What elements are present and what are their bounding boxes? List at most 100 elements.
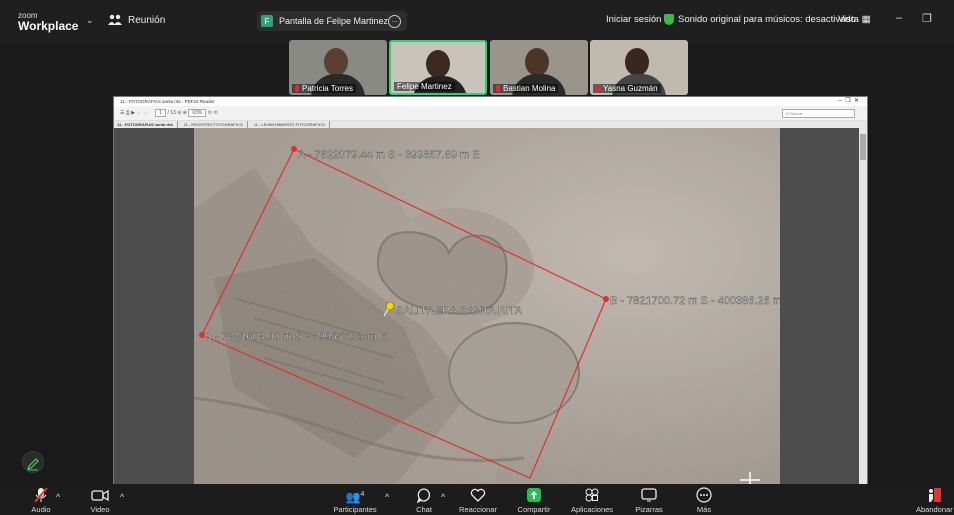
pencil-icon [27, 458, 39, 471]
participant-video [324, 48, 348, 76]
sign-in-link[interactable]: Iniciar sesión [606, 14, 661, 25]
screen-share-pill[interactable]: F Pantalla de Felipe Martinez … [257, 11, 407, 31]
audio-label: Audio [31, 505, 51, 514]
restore-button[interactable]: ❐ [922, 12, 932, 25]
top-bar: zoom Workplace ⌄ Reunión F Pantalla de F… [0, 0, 954, 44]
leave-label: Abandonar [916, 505, 953, 514]
participants-label: Participantes [333, 505, 377, 514]
chat-options-chevron-icon[interactable]: ^ [441, 492, 445, 502]
share-pill-text: Pantalla de Felipe Martinez [279, 16, 389, 26]
apps-icon [585, 488, 599, 502]
participant-video [525, 48, 549, 76]
annotate-button[interactable] [22, 451, 44, 473]
participant-video [625, 48, 649, 76]
page-count: / 13 [167, 110, 176, 116]
vertex-marker-a [291, 146, 297, 152]
whiteboards-button[interactable]: Pizarras [630, 487, 668, 514]
chat-label: Chat [416, 505, 432, 514]
pdf-toolbar: ☰ ⎙ ▶ ← → 1 / 13 ⊖ ⊕ 63% ⟳ ⟲ Q Buscar [114, 106, 867, 121]
toolbar-icons[interactable]: ☰ ⎙ ▶ ← → [120, 110, 148, 116]
participant-tile-active-speaker[interactable]: Felipe Martinez [389, 40, 487, 95]
zoom-logo: zoom Workplace [18, 12, 79, 33]
share-screen-button[interactable]: Compartir [512, 487, 556, 514]
participant-name-tag: Bastian Molina [493, 84, 559, 93]
vertex-marker-b [603, 296, 609, 302]
people-icon [108, 14, 122, 25]
view-menu[interactable]: Vista ▦ [838, 14, 871, 25]
participant-tile[interactable]: Patricia Torres [289, 40, 387, 95]
pdf-title-bar: 11.- FOTOGRAFIAS santa rita - PDF24 Read… [114, 97, 867, 106]
participant-tile[interactable]: Yasna Guzmán [590, 40, 688, 95]
participants-count: 4 [360, 491, 365, 498]
audio-button[interactable]: Audio [28, 487, 54, 514]
pdf-window-title: 11.- FOTOGRAFIAS santa rita - PDF24 Read… [120, 99, 215, 104]
video-options-chevron-icon[interactable]: ^ [120, 492, 124, 502]
muted-mic-icon [596, 85, 600, 92]
apps-label: Aplicaciones [570, 505, 614, 514]
view-label: Vista [838, 14, 859, 25]
participant-name: Felipe Martinez [397, 82, 452, 91]
chat-button[interactable]: Chat [412, 487, 436, 514]
shield-check-icon [664, 14, 674, 25]
pdf-page-area: A - 7822079.44 m S - 399857.89 m E B - 7… [114, 128, 867, 487]
participant-name: Yasna Guzmán [603, 84, 658, 93]
pdf-scrollbar[interactable] [859, 128, 867, 487]
react-button[interactable]: Reaccionar [456, 487, 500, 514]
more-dots-icon [696, 487, 712, 503]
scrollbar-thumb[interactable] [860, 134, 866, 160]
participant-video [426, 50, 450, 78]
participants-options-chevron-icon[interactable]: ^ [385, 492, 389, 502]
participant-tile[interactable]: Bastian Molina [490, 40, 588, 95]
original-sound-label: Sonido original para músicos: desactivad… [678, 14, 856, 26]
react-label: Reaccionar [459, 505, 497, 514]
leave-button[interactable]: Abandonar [916, 487, 953, 514]
coordinate-label-a: A - 7822079.44 m S - 399857.89 m E [298, 149, 480, 161]
microphone-muted-icon [34, 487, 48, 503]
apps-button[interactable]: Aplicaciones [566, 487, 618, 514]
participants-button[interactable]: 👥4 Participantes [330, 487, 380, 514]
pdf-tab[interactable]: 11.- FOTOGRAFIAS santa rita [117, 121, 178, 128]
meeting-menu[interactable]: Reunión [108, 14, 165, 26]
muted-mic-icon [295, 85, 299, 92]
participant-name-tag: Yasna Guzmán [593, 84, 661, 93]
participant-name-tag: Felipe Martinez [394, 82, 455, 91]
page-number-input[interactable]: 1 [155, 109, 167, 117]
share-screen-icon [527, 488, 541, 502]
site-label: SALITRERA SANTA RITA [396, 305, 523, 317]
participants-icon: 👥4 [345, 490, 365, 504]
pdf-tab[interactable]: 11.- REGISTRO FOTOGRAFICO [184, 121, 248, 128]
original-sound-toggle[interactable]: Sonido original para músicos: desactivad… [664, 14, 856, 25]
satellite-map-image: A - 7822079.44 m S - 399857.89 m E B - 7… [194, 128, 780, 487]
zoom-in-icon[interactable]: ⊕ [183, 110, 187, 116]
participant-name: Patricia Torres [302, 84, 353, 93]
meeting-controls-bar: Audio ^ Video ^ 👥4 Participantes ^ Chat … [0, 484, 954, 515]
muted-mic-icon [496, 85, 500, 92]
pdf-tabs: 11.- FOTOGRAFIAS santa rita 11.- REGISTR… [114, 121, 867, 128]
heart-icon [470, 488, 486, 502]
video-camera-icon [91, 489, 109, 502]
coordinate-label-b: B - 7821700.72 m S - 400386.26 m [610, 295, 780, 307]
video-label: Video [90, 505, 110, 514]
leave-door-icon [929, 488, 941, 502]
whiteboard-icon [641, 488, 657, 502]
more-button[interactable]: Más [690, 487, 718, 514]
video-button[interactable]: Video [88, 487, 112, 514]
chevron-down-icon[interactable]: ⌄ [86, 15, 94, 26]
minimize-button[interactable]: – [896, 12, 902, 24]
more-label: Más [696, 505, 712, 514]
zoom-level[interactable]: 63% [188, 109, 207, 117]
meeting-label: Reunión [128, 14, 166, 26]
share-label: Compartir [517, 505, 551, 514]
coordinate-label-d: D - 7821608.90 m S - 399557.34 m E [204, 331, 387, 343]
logo-bottom-text: Workplace [18, 19, 79, 33]
audio-options-chevron-icon[interactable]: ^ [56, 492, 60, 502]
whiteboards-label: Pizarras [635, 505, 663, 514]
pdf-tab[interactable]: 11.- LEVANTAMIENTO FOTOGRAFICO [254, 121, 330, 128]
window-controls[interactable]: – ❐ ✕ [839, 97, 859, 106]
presenter-badge: F [261, 15, 273, 27]
pdf-search-input[interactable]: Q Buscar [782, 109, 855, 118]
zoom-out-icon[interactable]: ⊖ [177, 110, 181, 116]
rotate-icons[interactable]: ⟳ ⟲ [208, 110, 218, 116]
more-options-icon[interactable]: … [388, 15, 401, 28]
participant-name-tag: Patricia Torres [292, 84, 356, 93]
